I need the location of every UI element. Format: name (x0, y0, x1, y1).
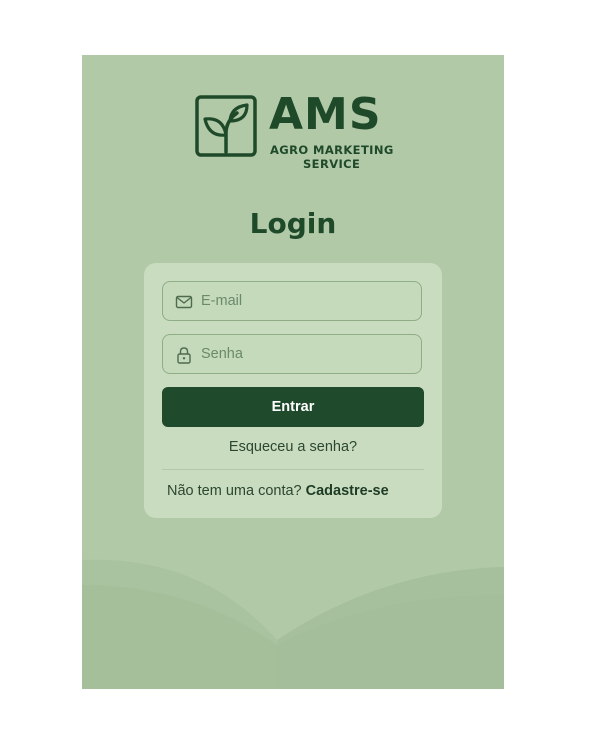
forgot-password-link[interactable]: Esqueceu a senha? (144, 439, 442, 455)
divider (162, 469, 424, 470)
lock-icon (177, 347, 191, 364)
login-button[interactable]: Entrar (162, 387, 424, 427)
brand-tagline-line2: SERVICE (303, 157, 361, 171)
signup-link[interactable]: Cadastre-se (306, 483, 389, 499)
email-field[interactable] (162, 281, 422, 321)
password-input[interactable] (201, 335, 411, 373)
email-input[interactable] (201, 282, 411, 320)
plant-sprout-icon (195, 95, 257, 157)
signup-row: Não tem uma conta? Cadastre-se (167, 483, 389, 499)
signup-prompt: Não tem uma conta? (167, 483, 306, 499)
brand-name: AMS (269, 89, 382, 140)
page-title: Login (249, 207, 337, 240)
mail-icon (175, 295, 193, 309)
password-field[interactable] (162, 334, 422, 374)
login-card: Entrar Esqueceu a senha? Não tem uma con… (144, 263, 442, 518)
login-screen: AMS AGRO MARKETING SERVICE Login Entrar … (82, 55, 504, 689)
brand-logo: AMS AGRO MARKETING SERVICE (195, 89, 394, 171)
brand-tagline-line1: AGRO MARKETING (270, 143, 394, 157)
